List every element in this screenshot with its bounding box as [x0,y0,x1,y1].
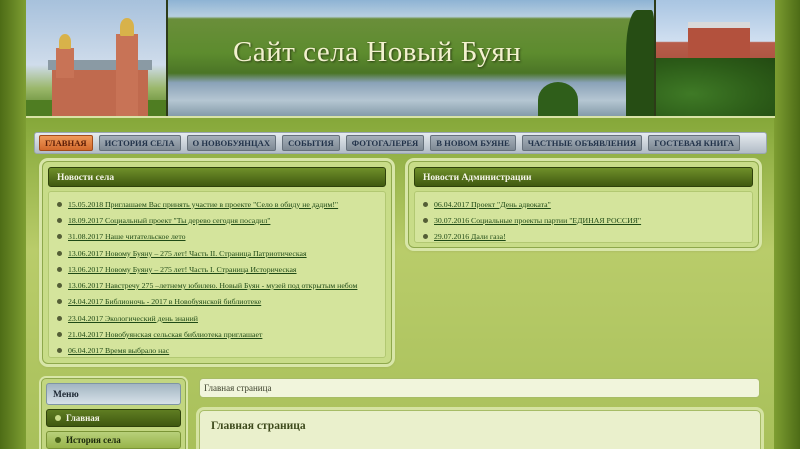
bullet-icon [57,315,62,321]
list-item: 13.06.2017 Новому Буяну – 275 лет! Часть… [57,245,381,261]
bullet-icon [423,217,428,223]
village-news-panel: Новости села 15.05.2018 Приглашаем Вас п… [42,161,392,364]
church-image [26,16,166,116]
news-link[interactable]: 29.07.2016 Дали газа! [434,232,506,241]
list-item: 29.07.2016 Дали газа! [423,229,748,245]
nav-item-in-novy-buyan[interactable]: В НОВОМ БУЯНЕ [430,135,516,151]
news-link[interactable]: 23.04.2017 Экологический день знаний [68,314,198,323]
bullet-icon [57,283,62,289]
bullet-icon [57,234,62,240]
menu-item-label: Главная [66,413,100,423]
news-link[interactable]: 06.04.2017 Проект "День адвоката" [434,200,551,209]
news-link[interactable]: 21.04.2017 Новобуянская сельская библиот… [68,330,262,339]
news-link[interactable]: 30.07.2016 Социальные проекты партии "ЕД… [434,216,641,225]
list-item: 18.09.2017 Социальный проект "Ты дерево … [57,212,381,228]
menu-item-history[interactable]: История села [46,431,181,449]
news-link[interactable]: 13.06.2017 Новому Буяну – 275 лет! Часть… [68,265,297,274]
bullet-icon [55,437,61,443]
site-title: Сайт села Новый Буян [233,36,522,68]
main-content: Главная страница [199,410,761,449]
bullet-icon [57,266,62,272]
list-item: 21.04.2017 Новобуянская сельская библиот… [57,326,381,342]
nav-item-guestbook[interactable]: ГОСТЕВАЯ КНИГА [648,135,741,151]
nav-item-residents[interactable]: О НОВОБУЯНЦАХ [186,135,277,151]
news-link[interactable]: 31.08.2017 Наше читательское лето [68,232,186,241]
culture-house-photo [656,0,775,116]
bullet-icon [57,217,62,223]
bullet-icon [57,332,62,338]
news-link[interactable]: 06.04.2017 Время выбрало нас [68,346,169,355]
admin-news-panel: Новости Администрации 06.04.2017 Проект … [408,161,759,248]
list-item: 30.07.2016 Социальные проекты партии "ЕД… [423,212,748,228]
right-border [774,0,800,449]
admin-news-list: 06.04.2017 Проект "День адвоката" 30.07.… [423,196,748,245]
side-menu: Меню Главная История села [41,378,186,449]
village-news-title: Новости села [48,167,386,187]
list-item: 06.04.2017 Время выбрало нас [57,343,381,359]
list-item: 13.06.2017 Навстречу 275 –летнему юбилею… [57,277,381,293]
list-item: 06.04.2017 Проект "День адвоката" [423,196,748,212]
news-link[interactable]: 13.06.2017 Навстречу 275 –летнему юбилею… [68,281,357,290]
news-link[interactable]: 13.06.2017 Новому Буяну – 275 лет! Часть… [68,249,307,258]
bullet-icon [57,201,62,207]
nav-item-history[interactable]: ИСТОРИЯ СЕЛА [98,135,181,151]
bullet-icon [57,299,62,305]
main-navigation: ГЛАВНАЯ ИСТОРИЯ СЕЛА О НОВОБУЯНЦАХ СОБЫТ… [34,132,767,154]
menu-title: Меню [46,383,181,405]
admin-news-body: 06.04.2017 Проект "День адвоката" 30.07.… [414,191,753,243]
news-link[interactable]: 24.04.2017 Библионочь - 2017 в Новобуянс… [68,297,261,306]
list-item: 23.04.2017 Экологический день знаний [57,310,381,326]
nav-item-gallery[interactable]: ФОТОГАЛЕРЕЯ [345,135,425,151]
left-border [0,0,26,449]
village-news-body: 15.05.2018 Приглашаем Вас принять участи… [48,191,386,358]
news-link[interactable]: 18.09.2017 Социальный проект "Ты дерево … [68,216,270,225]
bullet-icon [57,348,62,354]
church-photo [26,0,166,116]
bullet-icon [57,250,62,256]
bullet-icon [55,415,61,421]
list-item: 31.08.2017 Наше читательское лето [57,229,381,245]
menu-item-label: История села [66,435,121,445]
site-header: Сайт села Новый Буян [26,0,775,118]
list-item: 24.04.2017 Библионочь - 2017 в Новобуянс… [57,294,381,310]
news-link[interactable]: 15.05.2018 Приглашаем Вас принять участи… [68,200,338,209]
list-item: 15.05.2018 Приглашаем Вас принять участи… [57,196,381,212]
bullet-icon [423,234,428,240]
village-news-list: 15.05.2018 Приглашаем Вас принять участи… [57,196,381,359]
list-item: 13.06.2017 Новому Буяну – 275 лет! Часть… [57,261,381,277]
breadcrumb: Главная страница [199,378,760,398]
menu-item-home[interactable]: Главная [46,409,181,427]
page-title: Главная страница [211,420,306,432]
nav-item-home[interactable]: ГЛАВНАЯ [39,135,93,151]
nav-item-events[interactable]: СОБЫТИЯ [282,135,340,151]
nav-item-classifieds[interactable]: ЧАСТНЫЕ ОБЪЯВЛЕНИЯ [521,135,643,151]
admin-news-title: Новости Администрации [414,167,753,187]
bullet-icon [423,201,428,207]
